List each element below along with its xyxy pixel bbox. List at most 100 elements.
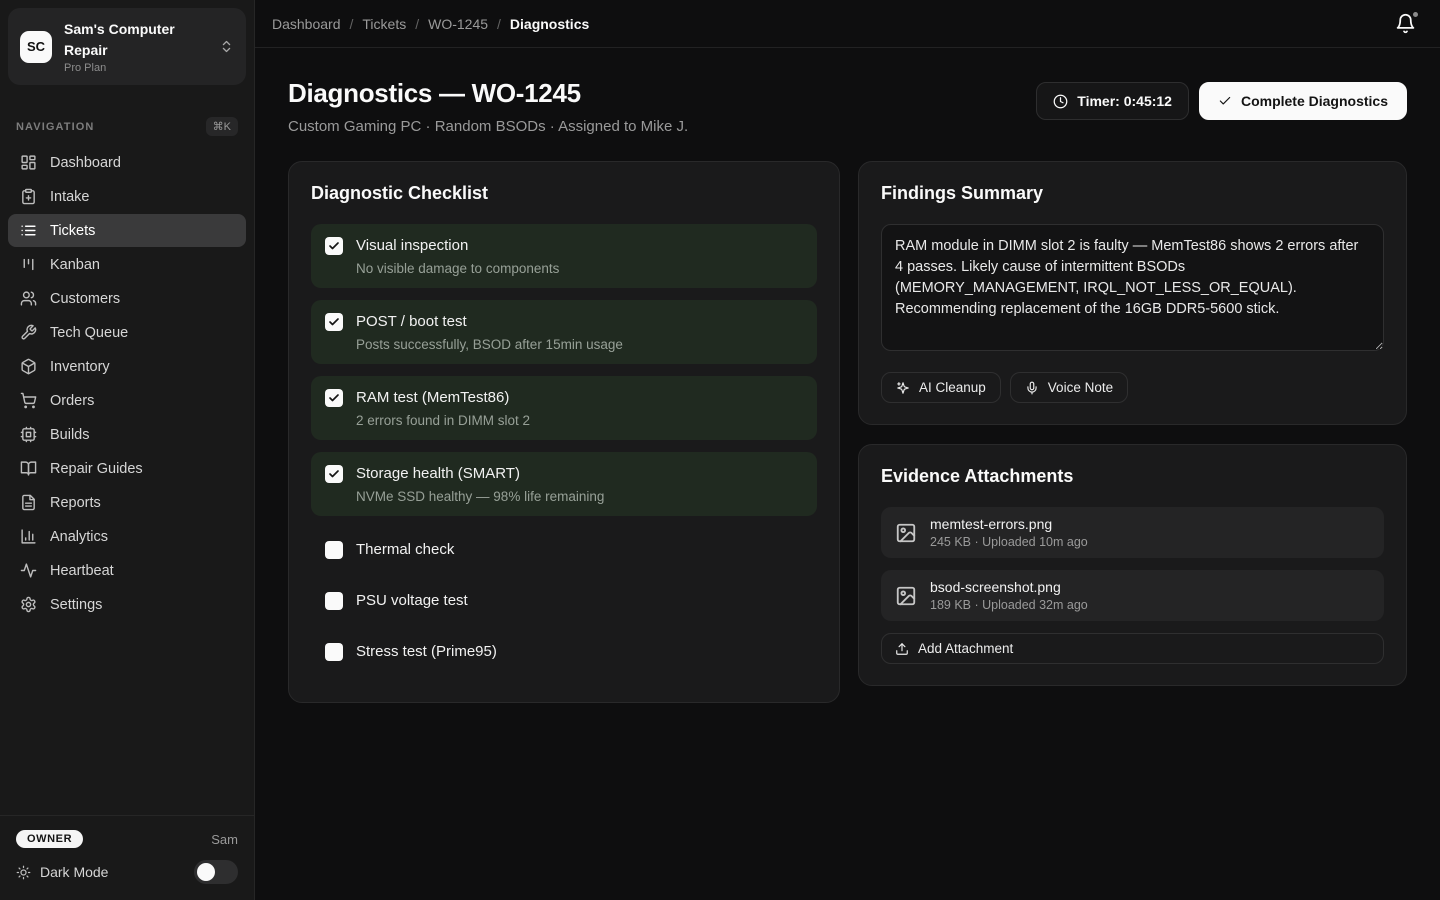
checklist-item-visual-inspection[interactable]: Visual inspection No visible damage to c… bbox=[311, 224, 817, 288]
checklist-title: Diagnostic Checklist bbox=[311, 183, 817, 204]
breadcrumb-separator: / bbox=[415, 16, 419, 32]
image-icon bbox=[895, 585, 917, 607]
checklist-item-ram-test[interactable]: RAM test (MemTest86) 2 errors found in D… bbox=[311, 376, 817, 440]
checklist-item-post-boot-test[interactable]: POST / boot test Posts successfully, BSO… bbox=[311, 300, 817, 364]
sidebar-item-label: Tickets bbox=[50, 223, 95, 239]
kanban-icon bbox=[20, 256, 37, 273]
sidebar-item-analytics[interactable]: Analytics bbox=[8, 520, 246, 553]
owner-role-badge: OWNER bbox=[16, 830, 83, 848]
bar-chart-icon bbox=[20, 528, 37, 545]
sidebar-item-label: Customers bbox=[50, 291, 120, 307]
sidebar-item-label: Repair Guides bbox=[50, 461, 143, 477]
sidebar-item-repair-guides[interactable]: Repair Guides bbox=[8, 452, 246, 485]
notification-dot bbox=[1413, 12, 1418, 17]
workspace-avatar: SC bbox=[20, 31, 52, 63]
sidebar-item-kanban[interactable]: Kanban bbox=[8, 248, 246, 281]
sidebar-item-heartbeat[interactable]: Heartbeat bbox=[8, 554, 246, 587]
checklist-item-note: No visible damage to components bbox=[356, 261, 559, 276]
user-name: Sam bbox=[211, 832, 238, 847]
sidebar-item-settings[interactable]: Settings bbox=[8, 588, 246, 621]
workspace-switcher[interactable]: SC Sam's Computer Repair Pro Plan bbox=[8, 8, 246, 85]
sidebar-item-builds[interactable]: Builds bbox=[8, 418, 246, 451]
checklist-item-label: PSU voltage test bbox=[356, 591, 468, 611]
checklist-item-psu-voltage-test[interactable]: PSU voltage test bbox=[311, 579, 817, 623]
clipboard-plus-icon bbox=[20, 188, 37, 205]
checklist-item-label: Thermal check bbox=[356, 540, 454, 560]
checklist-item-label: POST / boot test bbox=[356, 312, 623, 332]
book-open-icon bbox=[20, 460, 37, 477]
topbar: Dashboard / Tickets / WO-1245 / Diagnost… bbox=[255, 0, 1440, 48]
voice-note-label: Voice Note bbox=[1048, 380, 1113, 395]
chevrons-up-down-icon bbox=[219, 39, 234, 54]
check-icon bbox=[1218, 94, 1232, 108]
checklist-item-stress-test[interactable]: Stress test (Prime95) bbox=[311, 630, 817, 674]
breadcrumb-separator: / bbox=[350, 16, 354, 32]
notifications-button[interactable] bbox=[1393, 11, 1418, 36]
breadcrumb-dashboard[interactable]: Dashboard bbox=[272, 16, 341, 32]
checkbox-unchecked[interactable] bbox=[325, 541, 343, 559]
checkbox-checked[interactable] bbox=[325, 237, 343, 255]
sidebar-item-label: Kanban bbox=[50, 257, 100, 273]
breadcrumb-separator: / bbox=[497, 16, 501, 32]
checkbox-checked[interactable] bbox=[325, 313, 343, 331]
attachment-filename: memtest-errors.png bbox=[930, 516, 1088, 532]
sidebar-item-label: Intake bbox=[50, 189, 90, 205]
attachments-title: Evidence Attachments bbox=[881, 466, 1384, 487]
wrench-icon bbox=[20, 324, 37, 341]
sparkles-icon bbox=[896, 381, 910, 395]
sidebar-item-orders[interactable]: Orders bbox=[8, 384, 246, 417]
sidebar-item-tickets[interactable]: Tickets bbox=[8, 214, 246, 247]
command-k-shortcut[interactable]: ⌘K bbox=[206, 117, 238, 136]
checkbox-checked[interactable] bbox=[325, 389, 343, 407]
findings-summary-card: Findings Summary RAM module in DIMM slot… bbox=[858, 161, 1407, 425]
toggle-knob bbox=[197, 863, 215, 881]
sidebar-item-dashboard[interactable]: Dashboard bbox=[8, 146, 246, 179]
checklist-item-note: 2 errors found in DIMM slot 2 bbox=[356, 413, 530, 428]
complete-diagnostics-button[interactable]: Complete Diagnostics bbox=[1199, 82, 1407, 120]
complete-diagnostics-label: Complete Diagnostics bbox=[1241, 93, 1388, 109]
page-header: Diagnostics — WO-1245 Custom Gaming PC ·… bbox=[288, 78, 1407, 135]
checkbox-unchecked[interactable] bbox=[325, 643, 343, 661]
sidebar-item-inventory[interactable]: Inventory bbox=[8, 350, 246, 383]
cpu-icon bbox=[20, 426, 37, 443]
breadcrumb-wo-1245[interactable]: WO-1245 bbox=[428, 16, 488, 32]
checkbox-checked[interactable] bbox=[325, 465, 343, 483]
checklist-item-storage-health[interactable]: Storage health (SMART) NVMe SSD healthy … bbox=[311, 452, 817, 516]
page-subtitle: Custom Gaming PC · Random BSODs · Assign… bbox=[288, 118, 688, 135]
sidebar-item-tech-queue[interactable]: Tech Queue bbox=[8, 316, 246, 349]
sidebar-footer: OWNER Sam Dark Mode bbox=[0, 815, 254, 900]
checkbox-unchecked[interactable] bbox=[325, 592, 343, 610]
findings-textarea[interactable]: RAM module in DIMM slot 2 is faulty — Me… bbox=[881, 224, 1384, 351]
users-icon bbox=[20, 290, 37, 307]
nav-section-label: NAVIGATION bbox=[16, 121, 94, 133]
add-attachment-button[interactable]: Add Attachment bbox=[881, 633, 1384, 664]
breadcrumb-tickets[interactable]: Tickets bbox=[362, 16, 406, 32]
checklist-item-thermal-check[interactable]: Thermal check bbox=[311, 528, 817, 572]
checklist-item-note: Posts successfully, BSOD after 15min usa… bbox=[356, 337, 623, 352]
voice-note-button[interactable]: Voice Note bbox=[1010, 372, 1128, 403]
dark-mode-toggle[interactable] bbox=[194, 860, 238, 884]
evidence-attachments-card: Evidence Attachments memtest-errors.png … bbox=[858, 444, 1407, 686]
checklist-item-label: RAM test (MemTest86) bbox=[356, 388, 530, 408]
sidebar-item-intake[interactable]: Intake bbox=[8, 180, 246, 213]
attachment-filename: bsod-screenshot.png bbox=[930, 579, 1088, 595]
gear-icon bbox=[20, 596, 37, 613]
attachment-row-bsod-screenshot[interactable]: bsod-screenshot.png 189 KB · Uploaded 32… bbox=[881, 570, 1384, 621]
breadcrumb: Dashboard / Tickets / WO-1245 / Diagnost… bbox=[272, 16, 589, 32]
main-area: Dashboard / Tickets / WO-1245 / Diagnost… bbox=[255, 0, 1440, 900]
workspace-info: Sam's Computer Repair Pro Plan bbox=[64, 19, 207, 74]
sidebar-item-reports[interactable]: Reports bbox=[8, 486, 246, 519]
attachment-meta: 245 KB · Uploaded 10m ago bbox=[930, 535, 1088, 549]
add-attachment-label: Add Attachment bbox=[918, 641, 1013, 656]
timer-button[interactable]: Timer: 0:45:12 bbox=[1036, 82, 1189, 120]
clock-icon bbox=[1053, 94, 1068, 109]
workspace-name: Sam's Computer Repair bbox=[64, 19, 207, 61]
timer-label: Timer: 0:45:12 bbox=[1077, 93, 1172, 109]
sidebar-item-customers[interactable]: Customers bbox=[8, 282, 246, 315]
sidebar-item-label: Reports bbox=[50, 495, 101, 511]
ai-cleanup-button[interactable]: AI Cleanup bbox=[881, 372, 1001, 403]
nav-section-header: NAVIGATION ⌘K bbox=[16, 117, 238, 136]
sidebar-item-label: Dashboard bbox=[50, 155, 121, 171]
attachment-row-memtest-errors[interactable]: memtest-errors.png 245 KB · Uploaded 10m… bbox=[881, 507, 1384, 558]
page-title: Diagnostics — WO-1245 bbox=[288, 78, 688, 109]
